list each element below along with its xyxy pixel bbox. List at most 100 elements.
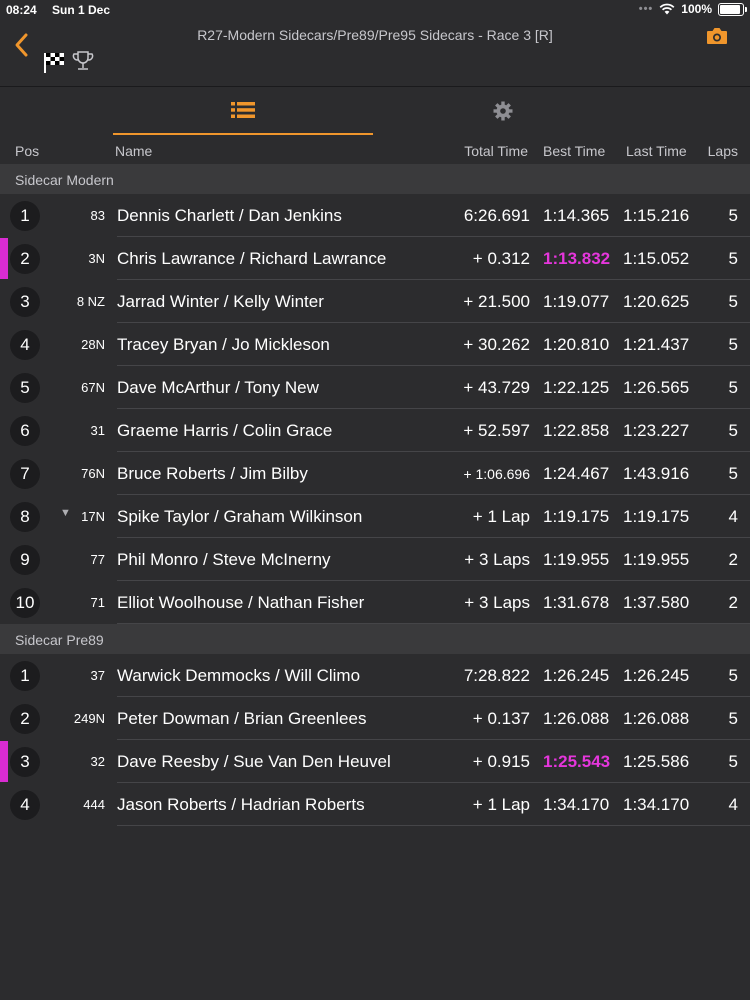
- total-time: + 21.500: [463, 292, 530, 311]
- total-time: + 52.597: [463, 421, 530, 440]
- rider-number: 32: [90, 754, 105, 769]
- laps-count: 5: [728, 249, 738, 268]
- status-right: ••• 100%: [639, 2, 747, 16]
- last-time: 1:20.625: [623, 292, 690, 311]
- laps-count: 5: [728, 206, 738, 225]
- position-badge: 3: [10, 747, 40, 777]
- col-name[interactable]: Name: [115, 143, 152, 159]
- table-row[interactable]: 7 76N Bruce Roberts / Jim Bilby + 1:06.696 1…: [0, 452, 750, 495]
- position-badge: 9: [10, 545, 40, 575]
- total-time: + 3 Laps: [464, 593, 530, 612]
- best-time: 1:31.678: [543, 593, 610, 612]
- last-time: 1:19.955: [623, 550, 690, 569]
- rider-number: 28N: [81, 337, 105, 352]
- laps-count: 2: [728, 593, 738, 612]
- table-row[interactable]: 8 ▼ 17N Spike Taylor / Graham Wilkinson + 1 …: [0, 495, 750, 538]
- position-badge: 10: [10, 588, 40, 618]
- table-row[interactable]: 1 37 Warwick Demmocks / Will Climo 7:28.822…: [0, 654, 750, 697]
- tab-list[interactable]: [113, 87, 373, 135]
- laps-count: 4: [728, 507, 738, 526]
- table-row[interactable]: 9 77 Phil Monro / Steve McInerny + 3 Laps 1:…: [0, 538, 750, 581]
- total-time: 7:28.822: [463, 666, 530, 685]
- rider-name: Elliot Woolhouse / Nathan Fisher: [117, 593, 365, 612]
- rider-number: 71: [90, 595, 105, 610]
- best-time: 1:26.088: [543, 709, 610, 728]
- last-time: 1:19.175: [623, 507, 690, 526]
- rider-number: 249N: [73, 711, 105, 726]
- laps-count: 5: [728, 335, 738, 354]
- col-total-time[interactable]: Total Time: [464, 143, 528, 159]
- section-header: Sidecar Modern: [0, 164, 750, 194]
- rider-name: Spike Taylor / Graham Wilkinson: [117, 507, 363, 526]
- laps-count: 5: [728, 666, 738, 685]
- last-time: 1:26.245: [623, 666, 690, 685]
- table-row[interactable]: 1 83 Dennis Charlett / Dan Jenkins 6:26.691…: [0, 194, 750, 237]
- total-time: + 0.915: [472, 752, 530, 771]
- laps-count: 5: [728, 421, 738, 440]
- header: R27-Modern Sidecars/Pre89/Pre95 Sidecars…: [0, 20, 750, 86]
- rider-number: 83: [90, 208, 105, 223]
- total-time: + 0.312: [472, 249, 530, 268]
- rider-number: 17N: [81, 509, 105, 524]
- rider-name: Phil Monro / Steve McInerny: [117, 550, 331, 569]
- table-row[interactable]: 3 8 NZ Jarrad Winter / Kelly Winter + 21.50…: [0, 280, 750, 323]
- list-icon: [231, 102, 255, 118]
- gear-icon: [493, 101, 513, 121]
- best-time: 1:22.858: [543, 421, 610, 440]
- laps-count: 2: [728, 550, 738, 569]
- trophy-icon[interactable]: [72, 50, 94, 72]
- rider-name: Jason Roberts / Hadrian Roberts: [117, 795, 365, 814]
- last-time: 1:25.586: [623, 752, 690, 771]
- position-badge: 6: [10, 416, 40, 446]
- rider-number: 3N: [88, 251, 105, 266]
- section-header: Sidecar Pre89: [0, 624, 750, 654]
- best-time: 1:14.365: [543, 206, 610, 225]
- best-time: 1:19.955: [543, 550, 610, 569]
- rider-name: Dennis Charlett / Dan Jenkins: [117, 206, 342, 225]
- rider-number: 76N: [81, 466, 105, 481]
- table-row[interactable]: 4 28N Tracey Bryan / Jo Mickleson + 30.262 1…: [0, 323, 750, 366]
- position-badge: 4: [10, 330, 40, 360]
- last-time: 1:43.916: [623, 464, 690, 483]
- last-time: 1:21.437: [623, 335, 690, 354]
- page-title: R27-Modern Sidecars/Pre89/Pre95 Sidecars…: [197, 27, 553, 43]
- position-down-icon: ▼: [60, 507, 71, 519]
- table-row[interactable]: 2 249N Peter Dowman / Brian Greenlees + 0.1…: [0, 697, 750, 740]
- rider-name: Graeme Harris / Colin Grace: [117, 421, 333, 440]
- table-row[interactable]: 10 71 Elliot Woolhouse / Nathan Fisher + 3 …: [0, 581, 750, 624]
- tab-settings[interactable]: [373, 87, 633, 135]
- col-last-time[interactable]: Last Time: [626, 143, 687, 159]
- position-badge: 3: [10, 287, 40, 317]
- last-time: 1:15.216: [623, 206, 690, 225]
- best-time: 1:22.125: [543, 378, 610, 397]
- col-best-time[interactable]: Best Time: [543, 143, 605, 159]
- best-time: 1:24.467: [543, 464, 610, 483]
- battery-icon: [718, 2, 747, 16]
- total-time: + 1:06.696: [463, 466, 530, 482]
- total-time: 6:26.691: [463, 206, 530, 225]
- best-time: 1:19.077: [543, 292, 610, 311]
- tab-bar: [0, 86, 750, 136]
- laps-count: 5: [728, 464, 738, 483]
- position-badge: 4: [10, 790, 40, 820]
- col-laps[interactable]: Laps: [708, 143, 738, 159]
- checkered-flag-icon[interactable]: [42, 50, 66, 74]
- position-badge: 1: [10, 201, 40, 231]
- col-pos[interactable]: Pos: [15, 143, 39, 159]
- camera-icon[interactable]: [706, 27, 728, 45]
- table-row[interactable]: 5 67N Dave McArthur / Tony New + 43.729 1:22…: [0, 366, 750, 409]
- battery-percent: 100%: [681, 2, 712, 16]
- last-time: 1:23.227: [623, 421, 690, 440]
- rider-name: Tracey Bryan / Jo Mickleson: [117, 335, 330, 354]
- rider-name: Bruce Roberts / Jim Bilby: [117, 464, 308, 483]
- rider-number: 8 NZ: [76, 294, 105, 309]
- table-row[interactable]: 6 31 Graeme Harris / Colin Grace + 52.597 1:…: [0, 409, 750, 452]
- wifi-icon: [659, 3, 675, 15]
- best-time: 1:25.543: [543, 752, 611, 771]
- column-header: Pos Name Total Time Best Time Last Time …: [0, 135, 750, 163]
- table-row[interactable]: 2 3N Chris Lawrance / Richard Lawrance + 0.…: [0, 237, 750, 280]
- table-row[interactable]: 3 32 Dave Reesby / Sue Van Den Heuvel + 0.9…: [0, 740, 750, 783]
- total-time: + 1 Lap: [472, 507, 530, 526]
- table-row[interactable]: 4 444 Jason Roberts / Hadrian Roberts + 1 L…: [0, 783, 750, 826]
- total-time: + 43.729: [463, 378, 530, 397]
